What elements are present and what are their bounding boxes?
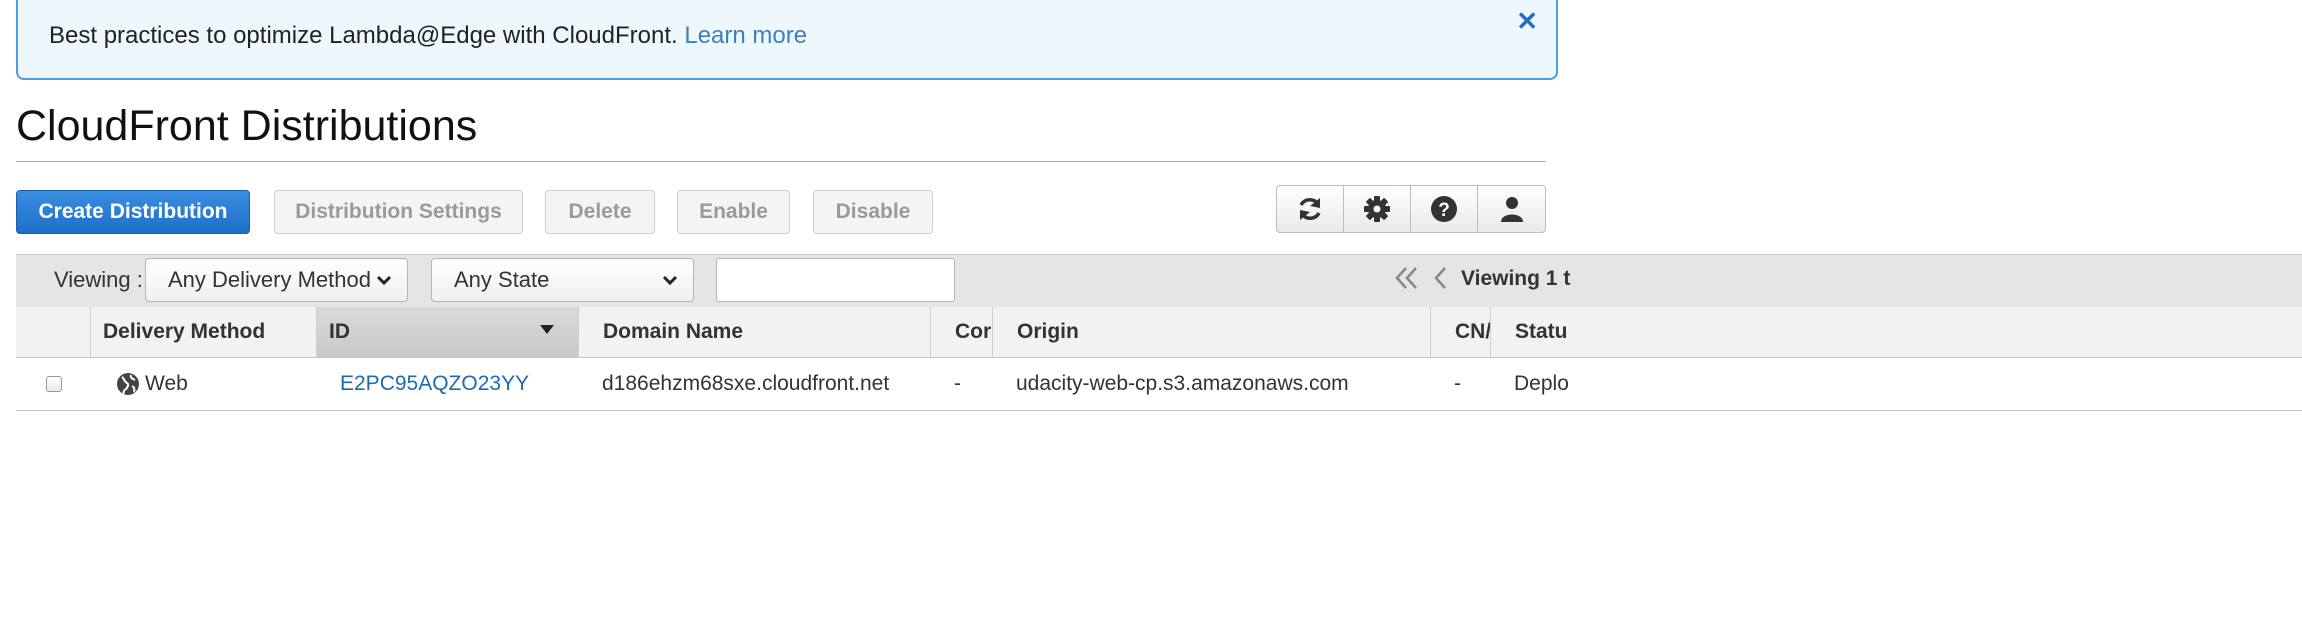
delete-button[interactable]: Delete [545,190,655,234]
id-cell: E2PC95AQZO23YY [340,358,529,410]
column-id-label: ID [329,320,350,343]
filter-bar: Viewing : Any Delivery Method Any State … [16,254,2302,309]
origin-cell: udacity-web-cp.s3.amazonaws.com [1016,372,1349,395]
utility-button-group: ? [1276,185,1546,233]
distribution-settings-button[interactable]: Distribution Settings [274,190,523,234]
first-page-icon[interactable] [1394,265,1420,291]
domain-name-cell: d186ehzm68sxe.cloudfront.net [602,372,890,395]
pager [1394,265,1452,291]
select-all-column [16,307,90,357]
learn-more-link[interactable]: Learn more [684,22,807,49]
chevron-down-icon [376,275,392,286]
column-id[interactable]: ID [316,307,578,357]
column-delivery-method[interactable]: Delivery Method [90,307,316,357]
banner-text: Best practices to optimize Lambda@Edge w… [49,22,678,49]
delivery-method-select[interactable]: Any Delivery Method [145,258,408,302]
row-checkbox[interactable] [46,376,62,392]
delivery-method-cell: Web [116,358,188,410]
column-comment[interactable]: Cor [930,307,992,357]
svg-text:?: ? [1438,200,1450,221]
viewing-label: Viewing : [54,267,143,292]
previous-page-icon[interactable] [1430,265,1452,291]
column-origin[interactable]: Origin [992,307,1430,357]
disable-button[interactable]: Disable [813,190,933,234]
viewing-count: Viewing 1 t [1461,267,1571,290]
create-distribution-button[interactable]: Create Distribution [16,190,250,234]
info-banner: Best practices to optimize Lambda@Edge w… [16,0,1558,80]
sort-descending-icon [540,325,554,334]
account-button[interactable] [1478,186,1545,232]
help-button[interactable]: ? [1411,186,1478,232]
comment-cell: - [954,372,961,395]
enable-button[interactable]: Enable [677,190,790,234]
globe-icon [117,373,139,395]
status-cell: Deplo [1514,372,1569,395]
state-select[interactable]: Any State [431,258,694,302]
title-divider [16,161,1546,162]
chevron-down-icon [662,275,678,286]
cnames-cell: - [1454,372,1461,395]
refresh-button[interactable] [1277,186,1344,232]
column-status[interactable]: Statu [1490,307,2302,357]
banner-message: Best practices to optimize Lambda@Edge w… [49,22,807,50]
state-value: Any State [454,267,550,292]
delivery-method-value: Any Delivery Method [168,267,371,292]
column-domain-name[interactable]: Domain Name [578,307,930,357]
page-title: CloudFront Distributions [16,102,478,150]
distribution-id-link[interactable]: E2PC95AQZO23YY [340,372,529,396]
settings-button[interactable] [1344,186,1411,232]
delivery-method-value: Web [145,372,188,395]
gear-icon [1364,196,1390,222]
search-input[interactable] [716,258,955,302]
help-icon: ? [1431,196,1457,222]
column-cnames[interactable]: CN/ [1430,307,1490,357]
table-header: Delivery Method ID Domain Name Cor Origi… [16,307,2302,358]
table-row[interactable]: Web E2PC95AQZO23YY d186ehzm68sxe.cloudfr… [16,358,2302,411]
refresh-icon [1299,198,1321,220]
user-icon [1500,197,1523,222]
close-icon[interactable]: ✕ [1516,6,1538,37]
